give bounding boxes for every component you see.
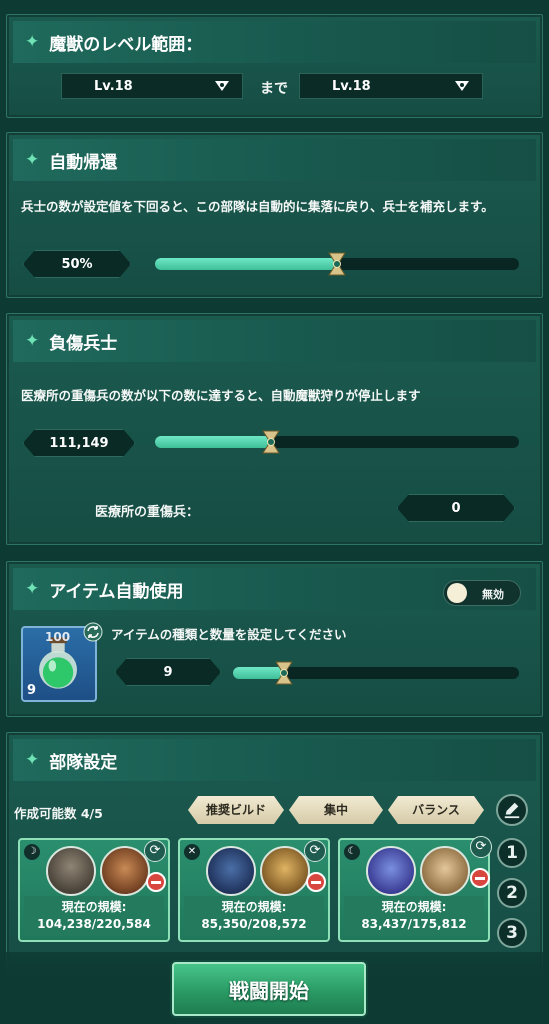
slot-3-button[interactable]: 3 [497, 918, 527, 948]
auto-return-header: ✦ 自動帰還 [13, 139, 536, 181]
slot-1-label: 1 [506, 843, 518, 863]
toggle-label: 無効 [482, 588, 504, 601]
troop-card-info: 現在の規模: 85,350/208,572 [184, 896, 324, 936]
wounded-header: ✦ 負傷兵士 [13, 320, 536, 362]
auto-return-section: ✦ 自動帰還 兵士の数が設定値を下回ると、この部隊は自動的に集落に戻り、兵士を補… [6, 132, 543, 298]
start-battle-button[interactable]: 戦闘開始 [172, 962, 366, 1016]
troop-scale-value: 85,350/208,572 [201, 917, 307, 931]
scale-label: 現在の規模: [61, 900, 127, 914]
commander-avatar [100, 846, 150, 896]
troop-card-2[interactable]: ✕ ⟳ 現在の規模: 85,350/208,572 [178, 838, 330, 942]
build-focus-button[interactable]: 集中 [289, 796, 383, 824]
remove-icon[interactable] [306, 872, 326, 892]
wounded-section: ✦ 負傷兵士 医療所の重傷兵の数が以下の数に達すると、自動魔獣狩りが停止します … [6, 313, 543, 545]
level-range-header: ✦ 魔獣のレベル範囲： [13, 21, 536, 63]
auto-item-quantity-text: 9 [163, 664, 173, 680]
level-to-select[interactable]: Lv.18 [299, 73, 483, 99]
auto-item-section: ✦ アイテム自動使用 無効 100 9 アイテムの種類と数量を設定してください … [6, 561, 543, 717]
slot-1-button[interactable]: 1 [497, 838, 527, 868]
build-focus-label: 集中 [323, 803, 348, 817]
commander-avatar [366, 846, 416, 896]
auto-return-slider[interactable] [155, 252, 519, 276]
level-from-select[interactable]: Lv.18 [61, 73, 243, 99]
troop-type-icon: ✕ [184, 844, 200, 860]
wounded-title: 負傷兵士 [49, 333, 118, 354]
troop-scale-value: 104,238/220,584 [37, 917, 151, 931]
wounded-slider-fill [155, 436, 272, 448]
auto-return-value-text: 50% [61, 256, 93, 272]
build-recommended-button[interactable]: 推奨ビルド [188, 796, 284, 824]
auto-item-slider[interactable] [233, 661, 519, 685]
troop-card-info: 現在の規模: 83,437/175,812 [344, 896, 484, 936]
hospital-count-text: 0 [451, 500, 461, 516]
auto-item-toggle[interactable]: 無効 [443, 580, 521, 606]
auto-item-title: アイテム自動使用 [49, 581, 184, 602]
scale-label: 現在の規模: [381, 900, 447, 914]
troop-card-info: 現在の規模: 104,238/220,584 [24, 896, 164, 936]
sparkle-icon: ✦ [25, 32, 40, 52]
item-badge: 100 [45, 630, 71, 644]
toggle-knob [447, 583, 467, 603]
remove-icon[interactable] [470, 868, 490, 888]
slider-handle[interactable] [274, 661, 294, 685]
swap-icon[interactable] [83, 622, 103, 642]
troop-card-3[interactable]: ☾ 現在の規模: 83,437/175,812 [338, 838, 490, 942]
slot-2-label: 2 [506, 883, 518, 903]
hospital-count: 0 [397, 494, 515, 522]
troop-type-icon: ☾ [344, 844, 360, 860]
until-label: まで [260, 81, 288, 97]
level-from-value: Lv.18 [94, 78, 133, 94]
sparkle-icon: ✦ [25, 150, 40, 170]
build-recommended-label: 推奨ビルド [205, 803, 266, 817]
pencil-icon [504, 802, 520, 819]
auto-return-value: 50% [23, 250, 131, 278]
commander-avatar [206, 846, 256, 896]
hospital-label: 医療所の重傷兵： [95, 505, 200, 520]
available-count: 作成可能数 4/5 [14, 806, 103, 821]
level-range-section: ✦ 魔獣のレベル範囲： Lv.18 まで Lv.18 [6, 14, 543, 118]
troops-header: ✦ 部隊設定 [13, 739, 536, 781]
slot-3-label: 3 [506, 923, 518, 943]
auto-return-description: 兵士の数が設定値を下回ると、この部隊は自動的に集落に戻り、兵士を補充します。 [21, 199, 494, 214]
auto-item-description: アイテムの種類と数量を設定してください [111, 627, 347, 642]
troop-card-1[interactable]: ☽ ⟳ 現在の規模: 104,238/220,584 [18, 838, 170, 942]
wounded-description: 医療所の重傷兵の数が以下の数に達すると、自動魔獣狩りが停止します [21, 388, 421, 403]
troop-type-icon: ☽ [24, 844, 40, 860]
wounded-slider[interactable] [155, 430, 519, 454]
slider-handle[interactable] [327, 252, 347, 276]
refresh-icon[interactable]: ⟳ [144, 840, 166, 862]
level-range-title: 魔獣のレベル範囲： [49, 34, 203, 55]
troop-scale-value: 83,437/175,812 [361, 917, 467, 931]
item-count: 9 [27, 683, 37, 698]
wounded-threshold[interactable]: 111,149 [23, 429, 135, 457]
slider-handle[interactable] [261, 430, 281, 454]
start-battle-label: 戦闘開始 [229, 978, 309, 1003]
sparkle-icon: ✦ [25, 579, 40, 599]
commander-avatar [260, 846, 310, 896]
chevron-down-icon [455, 81, 469, 91]
commander-avatar [46, 846, 96, 896]
build-balance-button[interactable]: バランス [388, 796, 484, 824]
commander-avatar [420, 846, 470, 896]
auto-return-title: 自動帰還 [49, 152, 118, 173]
scale-label: 現在の規模: [221, 900, 287, 914]
sparkle-icon: ✦ [25, 331, 40, 351]
refresh-icon[interactable]: ⟳ [470, 836, 492, 858]
level-to-value: Lv.18 [332, 78, 371, 94]
troops-title: 部隊設定 [49, 752, 118, 773]
chevron-down-icon [215, 81, 229, 91]
auto-item-quantity[interactable]: 9 [115, 658, 221, 686]
build-balance-label: バランス [412, 803, 460, 817]
slot-2-button[interactable]: 2 [497, 878, 527, 908]
refresh-icon[interactable]: ⟳ [304, 840, 326, 862]
wounded-threshold-text: 111,149 [49, 435, 109, 451]
edit-button[interactable] [496, 794, 528, 826]
auto-return-slider-fill [155, 258, 337, 270]
sparkle-icon: ✦ [25, 750, 40, 770]
remove-icon[interactable] [146, 872, 166, 892]
